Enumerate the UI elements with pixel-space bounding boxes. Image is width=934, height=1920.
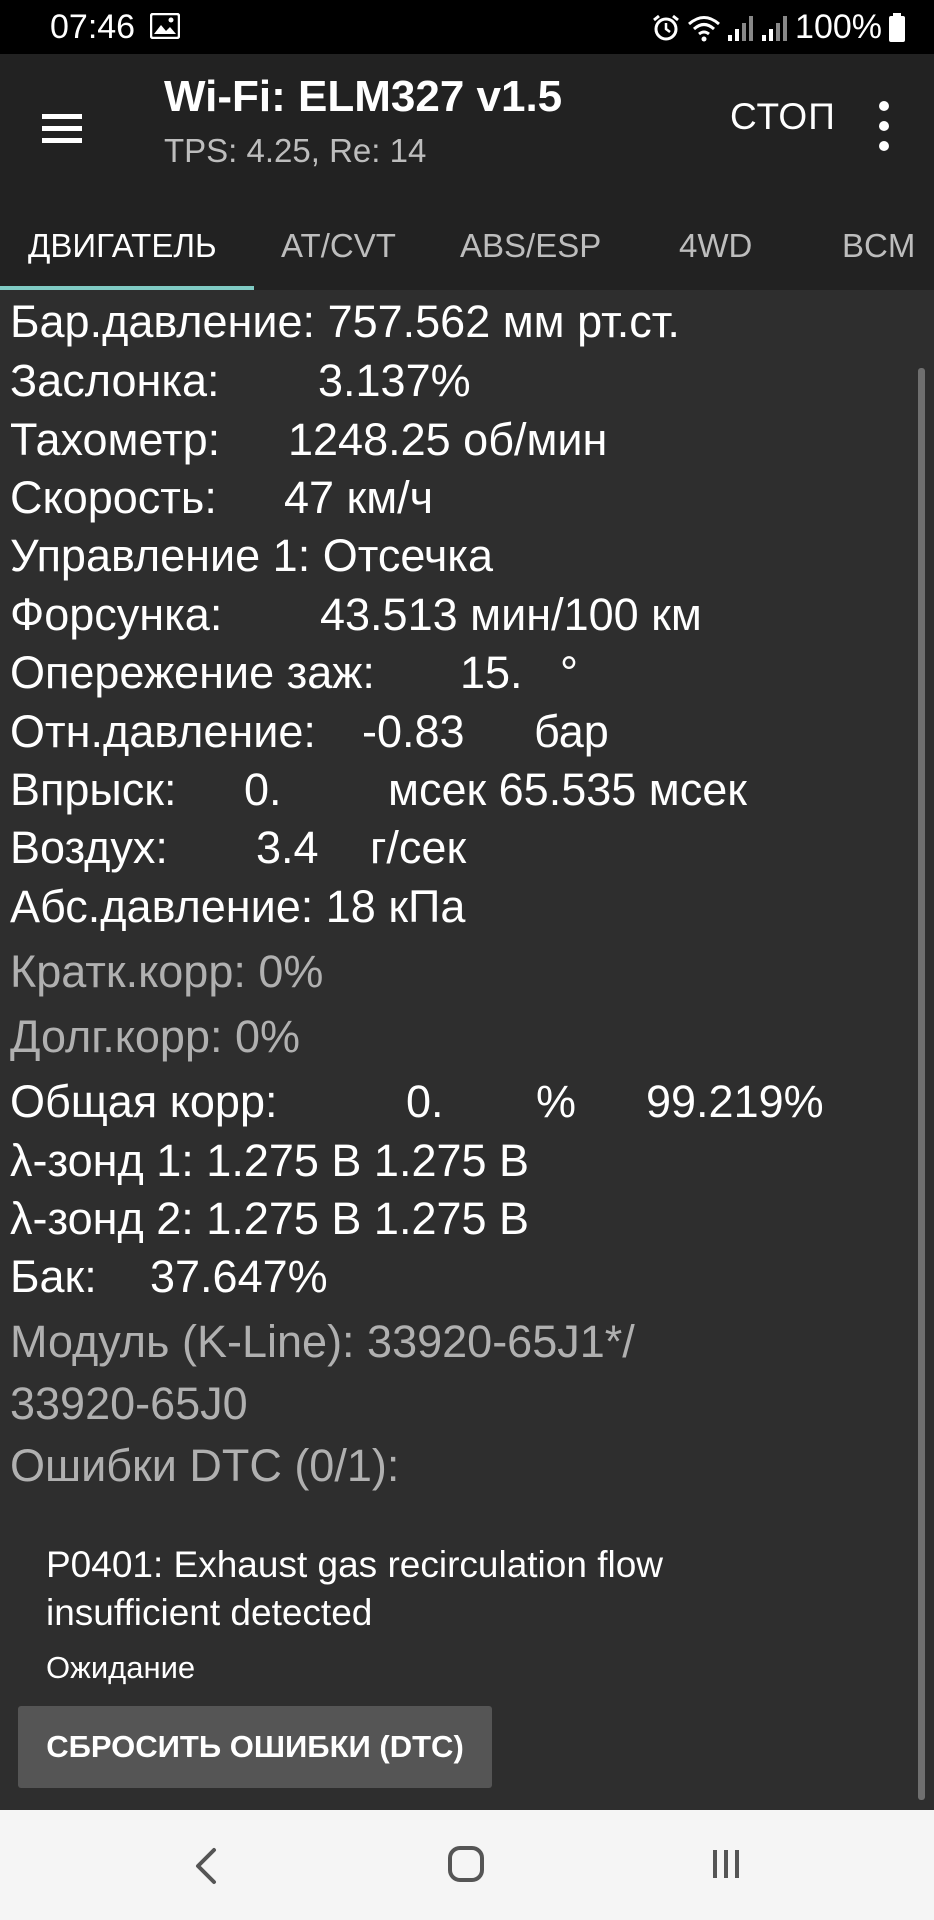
app-subtitle: TPS: 4.25, Re: 14	[164, 132, 427, 169]
param-long-trim: Долг.корр: 0%	[10, 1011, 301, 1062]
dtc-entry-line2: insufficient detected	[46, 1592, 373, 1633]
navigation-bar	[0, 1810, 934, 1920]
home-icon[interactable]	[446, 1844, 486, 1884]
param-abs-pressure: Абс.давление: 18 кПа	[10, 881, 466, 932]
param-injector: Форсунка: 43.513 мин/100 км	[10, 589, 702, 640]
param-baro: Бар.давление: 757.562 мм рт.ст.	[10, 296, 680, 347]
stop-button[interactable]: СТОП	[730, 96, 836, 138]
status-bar: 07:46 100%	[0, 0, 934, 54]
back-icon[interactable]	[186, 1844, 226, 1888]
param-rpm: Тахометр: 1248.25 об/мин	[10, 414, 608, 465]
tab-abs-esp[interactable]: ABS/ESP	[460, 216, 601, 276]
battery-icon	[889, 12, 905, 42]
param-rel-pressure: Отн.давление: -0.83 бар	[10, 706, 609, 757]
param-injection: Впрыск: 0. мсек 65.535 мсек	[10, 764, 747, 815]
param-control1: Управление 1: Отсечка	[10, 530, 494, 581]
param-tank: Бак: 37.647%	[10, 1251, 328, 1302]
module-line2: 33920-65J0	[10, 1378, 248, 1429]
param-lambda2: λ-зонд 2: 1.275 В 1.275 В	[10, 1193, 530, 1244]
wifi-icon	[688, 15, 721, 41]
dtc-entry-line1: P0401: Exhaust gas recirculation flow	[46, 1544, 664, 1585]
tab-at-cvt[interactable]: AT/CVT	[281, 216, 396, 276]
app-bar: Wi-Fi: ELM327 v1.5 TPS: 4.25, Re: 14 СТО…	[0, 54, 934, 202]
tab-bar: ДВИГАТЕЛЬ AT/CVT ABS/ESP 4WD BCM	[0, 202, 934, 290]
param-total-trim: Общая корр: 0. % 99.219%	[10, 1076, 824, 1127]
signal-icon	[762, 15, 788, 41]
alarm-icon	[653, 14, 679, 40]
param-short-trim: Кратк.корр: 0%	[10, 946, 324, 997]
dtc-status: Ожидание	[46, 1650, 196, 1685]
more-vertical-icon[interactable]	[862, 94, 906, 158]
status-time: 07:46	[50, 8, 136, 46]
app-title: Wi-Fi: ELM327 v1.5	[164, 72, 563, 121]
param-ignition: Опережение заж: 15. °	[10, 647, 578, 698]
param-speed: Скорость: 47 км/ч	[10, 472, 434, 523]
engine-params-panel: Бар.давление: 757.562 мм рт.ст. Заслонка…	[0, 290, 934, 1808]
param-lambda1: λ-зонд 1: 1.275 В 1.275 В	[10, 1135, 530, 1186]
tab-4wd[interactable]: 4WD	[679, 216, 752, 276]
tab-engine[interactable]: ДВИГАТЕЛЬ	[28, 216, 217, 276]
param-throttle: Заслонка: 3.137%	[10, 355, 471, 406]
scrollbar[interactable]	[918, 368, 925, 1800]
dtc-header: Ошибки DTC (0/1):	[10, 1440, 400, 1491]
recent-apps-icon[interactable]	[706, 1844, 746, 1884]
signal-icon	[728, 15, 754, 41]
tab-bcm[interactable]: BCM	[842, 216, 915, 276]
gallery-icon	[150, 13, 180, 39]
hamburger-menu-icon[interactable]	[36, 100, 92, 156]
param-air: Воздух: 3.4 г/сек	[10, 822, 467, 873]
reset-dtc-button[interactable]: СБРОСИТЬ ОШИБКИ (DTC)	[18, 1706, 492, 1788]
module-line1: Модуль (K-Line): 33920-65J1*/	[10, 1316, 635, 1367]
battery-percent: 100%	[795, 8, 882, 46]
status-icons: 100%	[651, 8, 906, 47]
